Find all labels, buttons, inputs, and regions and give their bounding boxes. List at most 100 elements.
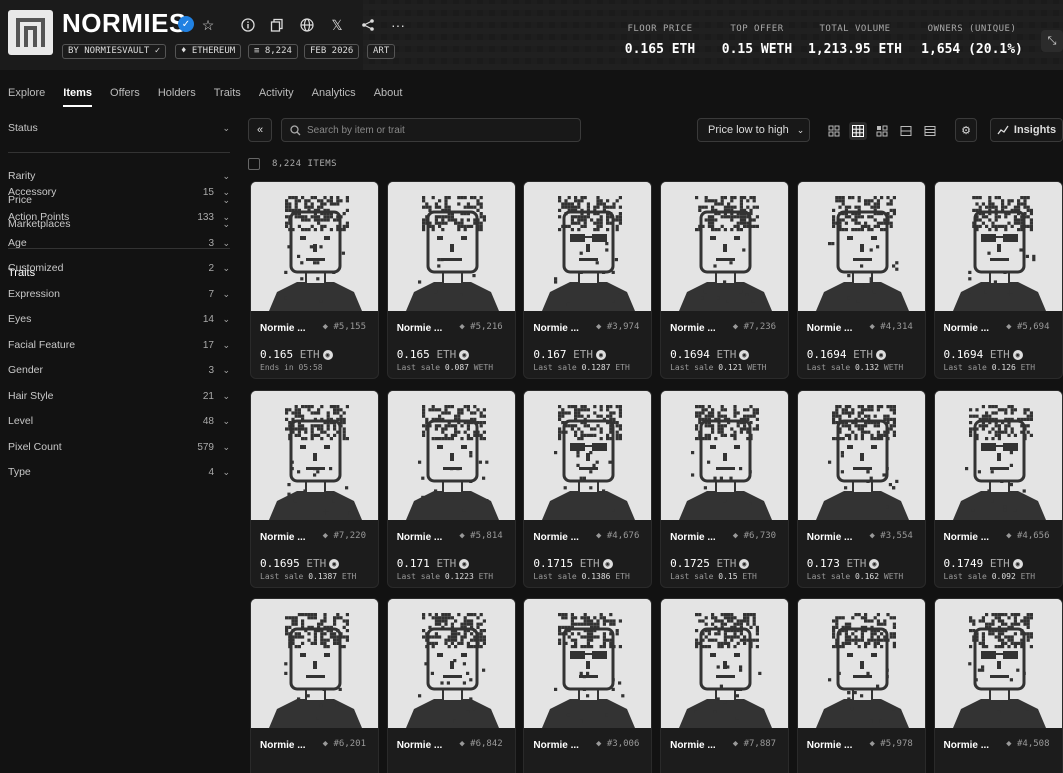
nft-image[interactable] (934, 390, 1062, 520)
nft-image[interactable] (797, 182, 925, 311)
trait-count: 7 (208, 288, 214, 300)
nft-image[interactable] (661, 599, 789, 728)
collapse-sidebar-button[interactable]: « (248, 118, 272, 142)
search-box[interactable] (281, 118, 581, 142)
nft-image[interactable] (797, 390, 925, 520)
share-icon[interactable] (357, 14, 379, 36)
trait-filter-row[interactable]: Action Points 133 ⌄ (8, 207, 230, 227)
nft-card[interactable]: Normie ... ◆ #5,978 (796, 598, 926, 773)
nft-image[interactable] (661, 390, 789, 520)
nft-image[interactable] (251, 599, 378, 728)
nft-card[interactable]: Normie ... ◆ #5,216 0.165 ETH ◉ Last sale 0.… (386, 181, 516, 379)
item-count: 8,224 ITEMS (272, 159, 338, 169)
trait-filter-row[interactable]: Facial Feature 17 ⌄ (8, 335, 230, 355)
marketplace-icon: ◉ (869, 558, 880, 569)
trait-name: Hair Style (8, 390, 54, 402)
trait-name: Age (8, 237, 27, 249)
tab-items[interactable]: Items (63, 85, 93, 107)
marketplace-icon: ◉ (329, 558, 340, 569)
token-id: ◆ #5,216 (459, 322, 503, 332)
gear-icon: ⚙ (961, 124, 971, 137)
nft-image[interactable] (661, 182, 789, 311)
nft-price: 0.167 ETH ◉ (533, 348, 607, 361)
tab-traits[interactable]: Traits (214, 85, 241, 107)
nft-card[interactable]: Normie ... ◆ #6,842 (386, 598, 516, 773)
trait-filter-row[interactable]: Accessory 15 ⌄ (8, 182, 230, 202)
trait-filter-row[interactable]: Customized 2 ⌄ (8, 258, 230, 278)
creator-chip[interactable]: BY NORMIESVAULT ✓ (62, 44, 167, 59)
nft-card[interactable]: Normie ... ◆ #5,814 0.171 ETH ◉ Last sale 0.… (386, 389, 516, 588)
more-options-icon[interactable]: ··· (387, 14, 409, 36)
nft-image[interactable] (387, 599, 515, 728)
nft-card[interactable]: Normie ... ◆ #4,676 0.1715 ETH ◉ Last sale 0… (523, 389, 653, 588)
trait-filter-row[interactable]: Type 4 ⌄ (8, 462, 230, 482)
trait-filter-row[interactable]: Hair Style 21 ⌄ (8, 386, 230, 406)
nft-image[interactable] (524, 390, 652, 520)
chevron-down-icon: ⌄ (222, 364, 230, 375)
nft-card[interactable]: Normie ... ◆ #7,220 0.1695 ETH ◉ Last sale 0… (250, 389, 379, 588)
grid-large-view-icon[interactable] (825, 122, 843, 140)
nft-card[interactable]: Normie ... ◆ #6,730 0.1725 ETH ◉ Last sale 0… (660, 389, 790, 588)
nft-card[interactable]: Normie ... ◆ #4,656 0.1749 ETH ◉ Last sale 0… (933, 389, 1063, 588)
nft-card[interactable]: Normie ... ◆ #5,694 0.1694 ETH ◉ Last sale 0… (933, 181, 1063, 379)
trait-filter-row[interactable]: Gender 3 ⌄ (8, 360, 230, 380)
info-icon[interactable] (237, 14, 259, 36)
tab-explore[interactable]: Explore (8, 85, 45, 107)
trait-name: Accessory (8, 186, 57, 198)
tab-holders[interactable]: Holders (158, 85, 196, 107)
nft-subline: Last sale 0.126 ETH (943, 363, 1036, 372)
nft-card[interactable]: Normie ... ◆ #5,155 0.165 ETH ◉ Ends in 05:5… (250, 181, 379, 379)
sort-dropdown[interactable]: Price low to high ⌄ (697, 118, 810, 142)
trait-filter-row[interactable]: Eyes 14 ⌄ (8, 309, 230, 329)
diamond-icon: ◆ (1006, 322, 1012, 332)
nft-image[interactable] (524, 599, 652, 728)
diamond-icon: ◆ (732, 530, 739, 541)
copy-icon[interactable] (266, 14, 288, 36)
nft-name: Normie ... (670, 740, 716, 751)
nft-card[interactable]: Normie ... ◆ #4,314 0.1694 ETH ◉ Last sale 0… (796, 181, 926, 379)
grid-small-view-icon[interactable] (873, 122, 891, 140)
star-icon[interactable]: ☆ (197, 14, 219, 36)
filter-status[interactable]: Status ⌄ (8, 118, 230, 138)
trait-filter-row[interactable]: Pixel Count 579 ⌄ (8, 437, 230, 457)
table-view-icon[interactable] (921, 122, 939, 140)
trait-filter-row[interactable]: Age 3 ⌄ (8, 233, 230, 253)
collection-tabs: Explore Items Offers Holders Traits Acti… (8, 85, 420, 109)
chevron-down-icon: ⌄ (222, 237, 230, 248)
nft-image[interactable] (797, 599, 925, 728)
nft-image[interactable] (934, 599, 1062, 728)
items-toolbar: « Price low to high ⌄ ⚙ Insights (248, 118, 1063, 144)
tab-about[interactable]: About (374, 85, 403, 107)
tab-activity[interactable]: Activity (259, 85, 294, 107)
globe-icon[interactable] (296, 14, 318, 36)
nft-card[interactable]: Normie ... ◆ #6,201 (250, 598, 379, 773)
settings-button[interactable]: ⚙ (955, 118, 977, 142)
nft-card[interactable]: Normie ... ◆ #4,508 (933, 598, 1063, 773)
nft-card[interactable]: Normie ... ◆ #7,887 (660, 598, 790, 773)
collection-logo[interactable] (8, 10, 53, 55)
trait-filter-row[interactable]: Level 48 ⌄ (8, 411, 230, 431)
nft-image[interactable] (934, 182, 1062, 311)
nft-image[interactable] (251, 390, 378, 520)
nft-image[interactable] (524, 182, 652, 311)
insights-button[interactable]: Insights (990, 118, 1063, 142)
list-view-icon[interactable] (897, 122, 915, 140)
nft-image[interactable] (251, 182, 378, 311)
search-input[interactable] (307, 124, 567, 136)
nft-card[interactable]: Normie ... ◆ #3,554 0.173 ETH ◉ Last sale 0.… (796, 389, 926, 588)
tab-analytics[interactable]: Analytics (312, 85, 356, 107)
nft-image[interactable] (387, 182, 515, 311)
tab-offers[interactable]: Offers (110, 85, 140, 107)
select-all-checkbox[interactable] (248, 158, 260, 170)
grid-medium-view-icon[interactable] (849, 122, 867, 140)
collapse-header-button[interactable]: ⤡ (1041, 30, 1063, 52)
nft-image[interactable] (387, 390, 515, 520)
nft-card[interactable]: Normie ... ◆ #3,006 (523, 598, 653, 773)
nft-card[interactable]: Normie ... ◆ #7,236 0.1694 ETH ◉ Last sale 0… (660, 181, 790, 379)
category-chip[interactable]: ART (367, 44, 396, 59)
nft-subline: Last sale 0.1223 ETH (396, 571, 494, 581)
x-twitter-icon[interactable]: 𝕏 (326, 14, 348, 36)
nft-card[interactable]: Normie ... ◆ #3,974 0.167 ETH ◉ Last sale 0.… (523, 181, 653, 379)
trait-name: Eyes (8, 313, 32, 325)
trait-filter-row[interactable]: Expression 7 ⌄ (8, 284, 230, 304)
